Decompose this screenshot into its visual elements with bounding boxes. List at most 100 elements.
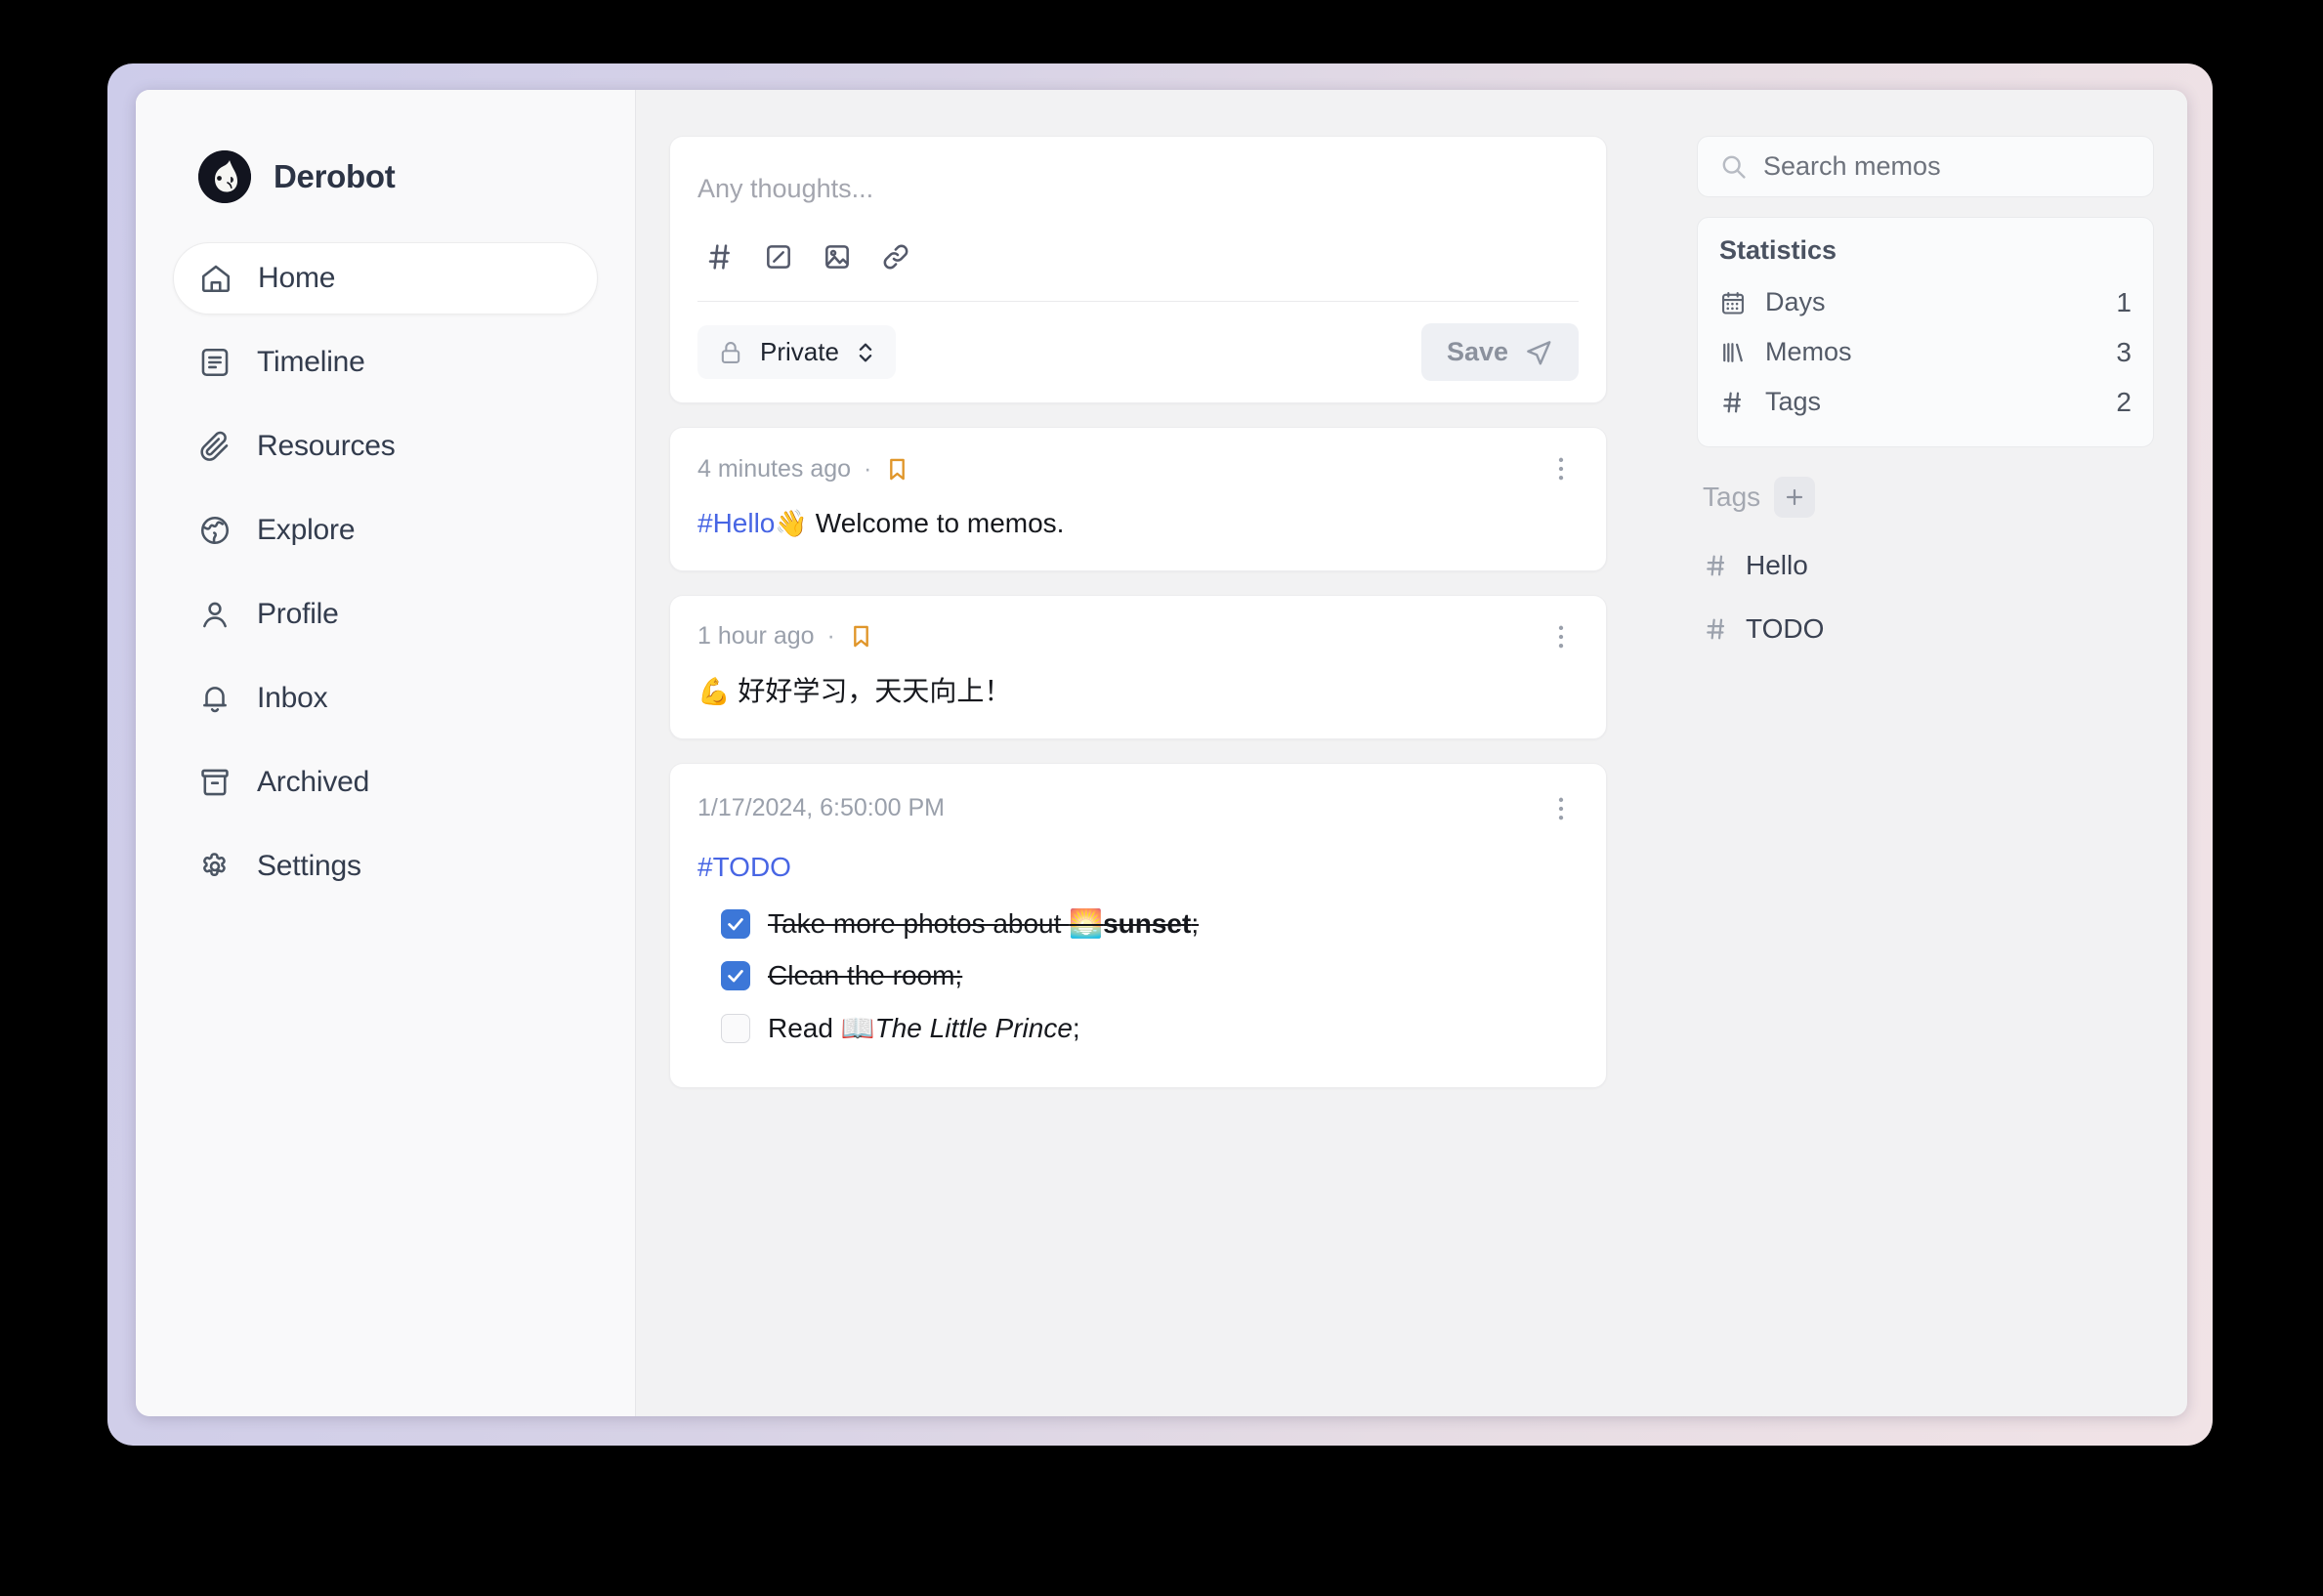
memo-more-menu[interactable] [1543,449,1579,488]
archive-icon [198,766,232,799]
save-button-label: Save [1446,337,1508,366]
editor-toolbar [697,221,1579,301]
memo-text: Welcome to memos. [808,508,1065,538]
memo-timestamp: 4 minutes ago [697,454,852,483]
link-icon[interactable] [873,234,918,279]
window-frame: Derobot Home Timeline Resources Explore … [107,63,2213,1446]
memo-header: 1/17/2024, 6:50:00 PM [697,789,1579,828]
send-icon [1524,338,1553,367]
plus-icon [1783,485,1806,509]
sidebar-item-label: Home [258,262,336,294]
memo-timestamp: 1 hour ago [697,622,815,651]
brand-header[interactable]: Derobot [136,147,635,207]
tag-item-todo[interactable]: TODO [1697,597,2154,660]
memo-timestamp: 1/17/2024, 6:50:00 PM [697,794,945,822]
stat-label: Days [1765,287,1826,316]
chevron-up-down-icon [855,339,876,366]
visibility-select[interactable]: Private [697,325,896,379]
memo-header: 1 hour ago · [697,617,1579,656]
sidebar: Derobot Home Timeline Resources Explore … [136,90,636,1416]
sidebar-item-timeline[interactable]: Timeline [173,326,598,399]
tag-item-hello[interactable]: Hello [1697,533,2154,597]
memo-tag-link[interactable]: #Hello [697,508,775,538]
memo-more-menu[interactable] [1543,789,1579,828]
avatar [198,150,251,203]
search-icon [1719,152,1748,181]
memo-card[interactable]: 4 minutes ago · #Hello👋 Welcome to memos… [669,427,1607,571]
user-icon [198,598,232,631]
memo-card[interactable]: 1/17/2024, 6:50:00 PM #TODO Take more ph… [669,762,1607,1089]
sidebar-item-home[interactable]: Home [173,242,598,315]
image-icon[interactable] [815,234,860,279]
stat-label: Tags [1765,387,1822,416]
memo-more-menu[interactable] [1543,617,1579,656]
sidebar-item-settings[interactable]: Settings [173,830,598,903]
statistics-title: Statistics [1719,235,1837,265]
bookmark-icon[interactable] [848,623,874,650]
sidebar-item-label: Timeline [257,346,365,378]
tags-header: Tags [1697,477,2154,518]
memo-body: #Hello👋 Welcome to memos. [697,502,1579,545]
sidebar-nav: Home Timeline Resources Explore Profile … [136,242,635,903]
stat-value: 3 [2116,336,2132,367]
checkbox-unchecked-icon[interactable] [721,1013,750,1043]
sidebar-item-inbox[interactable]: Inbox [173,662,598,735]
memo-emoji: 💪 [697,676,731,706]
sidebar-item-resources[interactable]: Resources [173,410,598,483]
hash-icon [1703,552,1730,579]
stat-row-days: Days 1 [1719,277,2132,327]
library-icon [1719,339,1753,366]
memo-header: 4 minutes ago · [697,449,1579,488]
tag-label: Hello [1746,549,1808,580]
app-window: Derobot Home Timeline Resources Explore … [136,90,2187,1416]
right-sidebar: Statistics Days 1 [1697,90,2187,1416]
todo-text: Clean the room; [768,960,963,991]
memo-card[interactable]: 1 hour ago · 💪 好好学习，天天向上！ [669,594,1607,739]
separator-dot: · [826,622,835,651]
globe-icon [198,514,232,547]
statistics-card: Statistics Days 1 Memos 3 Tags 2 [1697,217,2154,447]
checkbox-icon[interactable] [756,234,801,279]
save-button[interactable]: Save [1420,323,1579,381]
sidebar-item-label: Profile [257,598,339,630]
main-content: Any thoughts... Private Save 4 minutes a… [636,90,1697,1416]
stat-row-memos: Memos 3 [1719,327,2132,377]
tag-label: TODO [1746,612,1825,644]
add-tag-button[interactable] [1774,477,1816,518]
todo-item[interactable]: Read 📖The Little Prince; [697,1002,1579,1054]
memo-text: 好好学习，天天向上！ [730,675,1012,706]
hash-icon[interactable] [697,234,742,279]
todo-text: Take more photos about 🌅sunset; [768,908,1200,940]
todo-item[interactable]: Clean the room; [697,949,1579,1001]
search-box[interactable] [1697,136,2154,197]
brand-name: Derobot [274,158,396,194]
hash-icon [1719,389,1753,416]
search-input[interactable] [1763,151,2132,182]
memo-editor[interactable]: Any thoughts... Private Save [669,136,1607,403]
sidebar-item-label: Settings [257,850,361,882]
visibility-label: Private [760,337,839,366]
hash-icon [1703,615,1730,643]
stat-row-tags: Tags 2 [1719,377,2132,427]
editor-footer: Private Save [697,302,1579,381]
memo-emoji: 👋 [775,509,809,538]
stat-value: 2 [2116,386,2132,417]
sidebar-item-explore[interactable]: Explore [173,494,598,567]
home-icon [199,262,232,295]
memo-body: #TODO Take more photos about 🌅sunset; Cl… [697,846,1579,1055]
checkbox-checked-icon[interactable] [721,908,750,939]
todo-text: Read 📖The Little Prince; [768,1012,1080,1043]
stat-label: Memos [1765,337,1852,366]
sidebar-item-label: Inbox [257,682,328,714]
bookmark-icon[interactable] [884,456,910,483]
bell-icon [198,682,232,715]
editor-placeholder[interactable]: Any thoughts... [697,162,1579,221]
todo-item[interactable]: Take more photos about 🌅sunset; [697,898,1579,949]
sidebar-item-archived[interactable]: Archived [173,746,598,819]
memo-tag-link[interactable]: #TODO [697,852,791,882]
tags-title: Tags [1703,482,1761,512]
calendar-icon [1719,289,1753,316]
sidebar-item-profile[interactable]: Profile [173,578,598,651]
checkbox-checked-icon[interactable] [721,961,750,991]
timeline-icon [198,346,232,379]
